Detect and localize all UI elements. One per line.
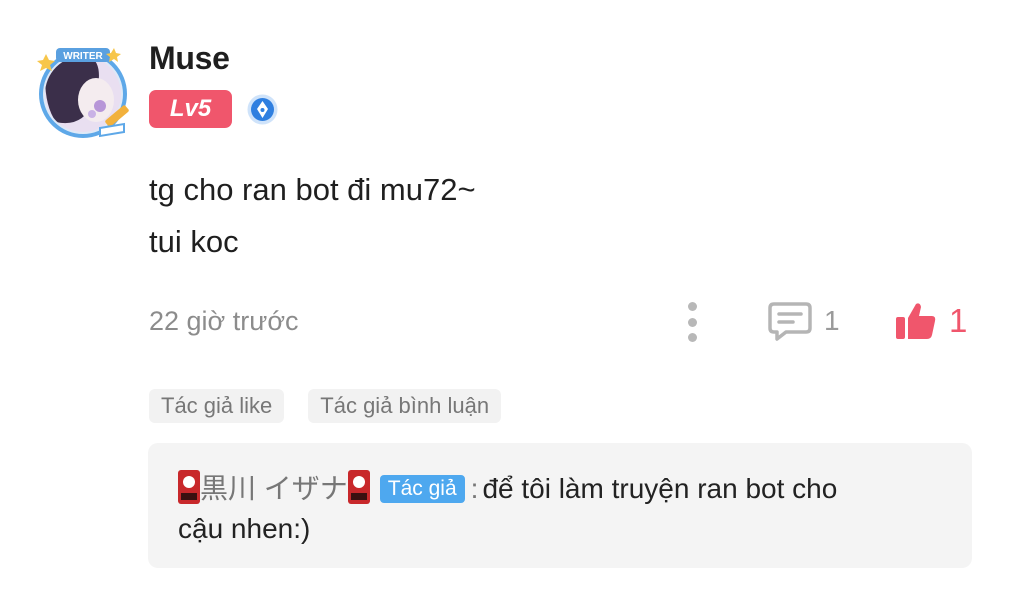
- reply-separator: :: [470, 473, 479, 504]
- avatar-badge-text: WRITER: [63, 51, 103, 62]
- thumbs-up-icon: [896, 303, 936, 339]
- reply-text: để tôi làm truyện ran bot cho: [482, 473, 838, 504]
- comment-line: tg cho ran bot đi mu72~: [149, 172, 476, 207]
- reply-text: cậu nhen:): [178, 513, 311, 544]
- timestamp: 22 giờ trước: [149, 306, 299, 336]
- author-reply[interactable]: 黒川 イザナ Tác giả: để tôi làm truyện ran bot …: [148, 443, 972, 568]
- author-badge: Tác giả: [379, 475, 465, 503]
- like-count: 1: [949, 302, 968, 339]
- reply-count: 1: [824, 305, 840, 336]
- reply-button[interactable]: 1: [768, 299, 840, 343]
- flag-card-icon: [178, 470, 200, 504]
- username[interactable]: Muse: [149, 40, 230, 77]
- tag-list: Tác giả like Tác giả bình luận: [149, 389, 502, 423]
- like-button[interactable]: 1: [895, 299, 967, 343]
- tag-author-commented: Tác giả bình luận: [308, 389, 502, 423]
- more-vertical-icon[interactable]: [680, 302, 704, 342]
- comment-body: tg cho ran bot đi mu72~ tui koc: [149, 164, 476, 268]
- comment-line: tui koc: [149, 224, 239, 259]
- reply-author[interactable]: 黒川 イザナ: [200, 473, 348, 504]
- comment-bubble-icon: [768, 302, 812, 341]
- tag-author-liked: Tác giả like: [149, 389, 285, 423]
- level-badge: Lv5: [149, 90, 232, 128]
- reply-content: 黒川 イザナ Tác giả: để tôi làm truyện ran bot …: [178, 469, 948, 549]
- pen-nib-icon: [246, 93, 279, 126]
- flag-card-icon: [347, 470, 370, 504]
- avatar[interactable]: WRITER: [34, 42, 132, 140]
